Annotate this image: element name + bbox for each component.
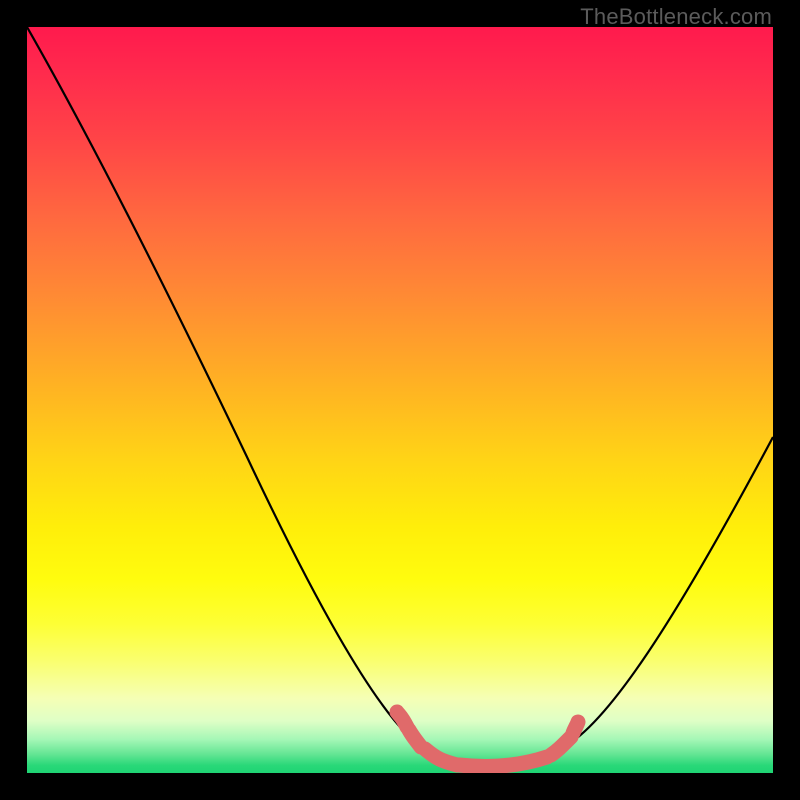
hl-seg-4 <box>551 737 571 755</box>
bottleneck-curve <box>27 27 773 763</box>
chart-frame: TheBottleneck.com <box>0 0 800 800</box>
hl-seg-3 <box>459 757 547 766</box>
plot-area <box>27 27 773 773</box>
watermark-text: TheBottleneck.com <box>580 4 772 30</box>
optimal-zone-highlight <box>397 712 578 766</box>
hl-seg-5 <box>573 722 578 733</box>
curves-layer <box>27 27 773 773</box>
